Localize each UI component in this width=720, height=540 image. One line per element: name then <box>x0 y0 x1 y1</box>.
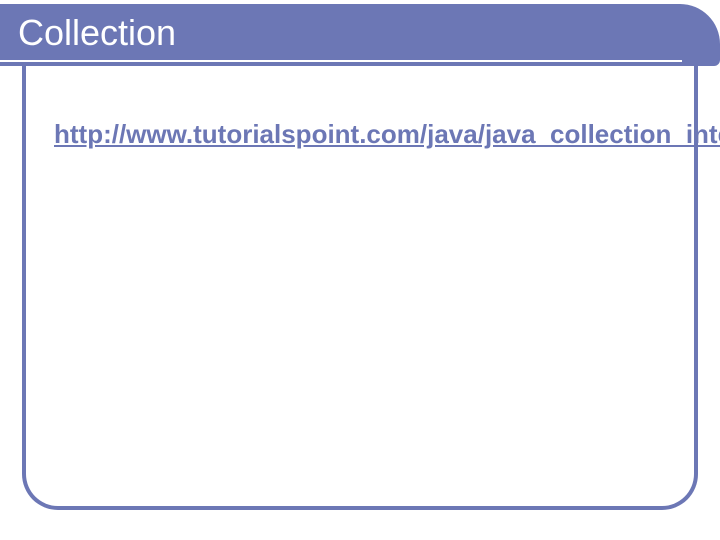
slide-title: Collection <box>18 12 176 54</box>
title-underline <box>0 60 682 62</box>
slide: Collection http://www.tutorialspoint.com… <box>0 0 720 540</box>
tutorial-link[interactable]: http://www.tutorialspoint.com/java/java_… <box>54 118 666 152</box>
